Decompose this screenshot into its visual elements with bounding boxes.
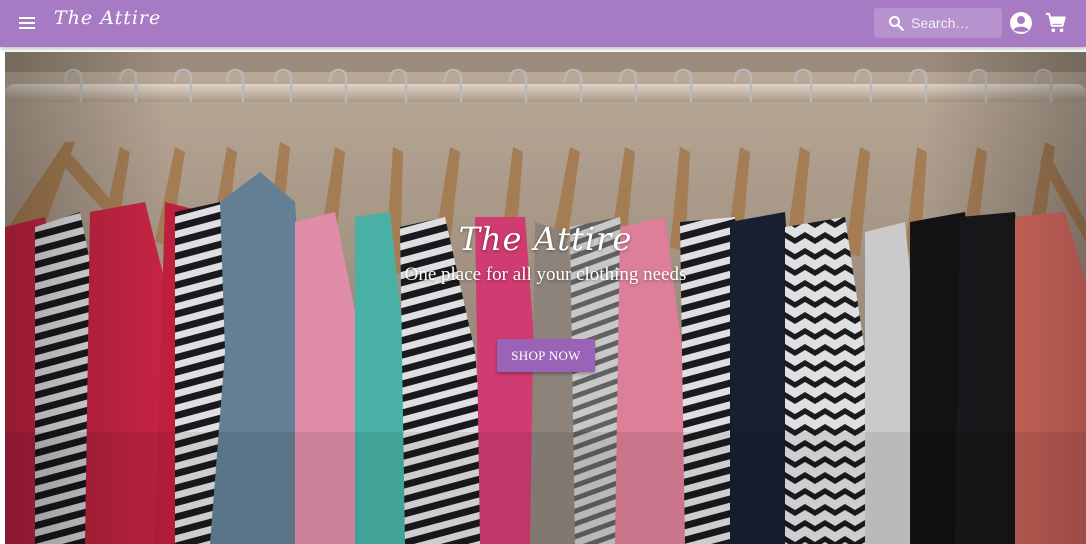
hero-banner: The Attire One place for all your clothi… [5, 52, 1086, 544]
search-icon [881, 8, 911, 38]
cart-button[interactable] [1043, 10, 1069, 36]
search-box[interactable] [874, 8, 1002, 38]
hero-subtitle: One place for all your clothing needs [404, 264, 687, 285]
shopping-cart-icon [1045, 12, 1066, 33]
account-circle-icon [1010, 12, 1032, 34]
menu-icon [19, 17, 35, 29]
menu-button[interactable] [14, 10, 42, 36]
search-input[interactable] [911, 9, 999, 37]
brand-logo-text[interactable]: The Attire [54, 7, 161, 29]
app-bar: The Attire [0, 0, 1086, 47]
hero-overlay [5, 52, 1086, 544]
hero-title: The Attire [458, 220, 633, 258]
shop-now-button[interactable]: SHOP NOW [497, 339, 595, 372]
account-button[interactable] [1008, 10, 1034, 36]
